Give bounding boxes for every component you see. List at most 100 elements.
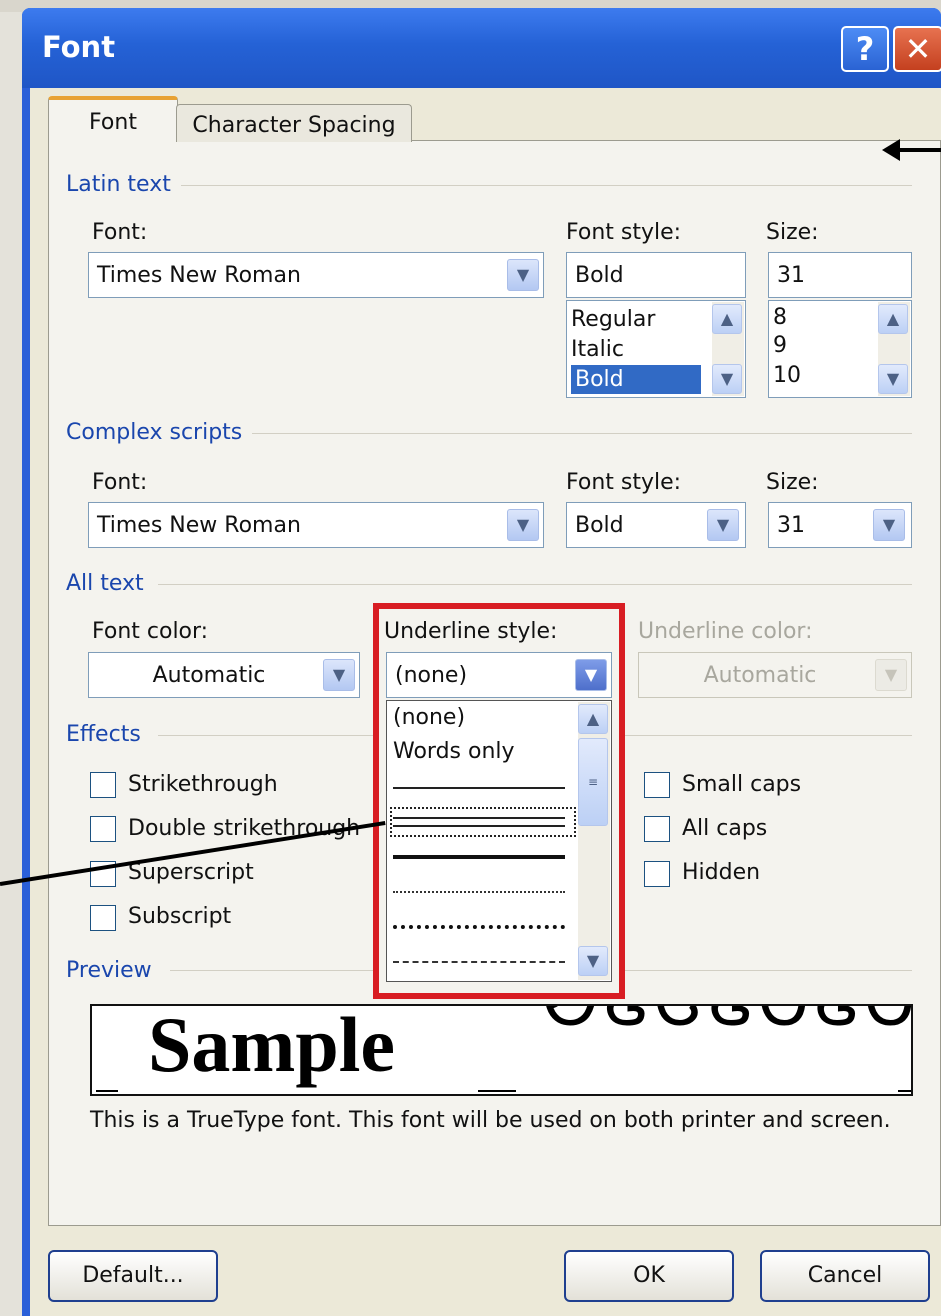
- latin-font-combo[interactable]: Times New Roman ▼: [88, 252, 544, 298]
- underline-style-dropdown[interactable]: (none) Words only ▲ ≡ ▼: [386, 700, 612, 982]
- underline-thick[interactable]: [393, 855, 565, 859]
- chevron-down-icon[interactable]: ▼: [507, 509, 539, 541]
- subscript-checkbox[interactable]: [90, 905, 116, 931]
- chevron-up-icon[interactable]: ▲: [712, 304, 742, 334]
- chevron-down-icon[interactable]: ▼: [575, 659, 607, 691]
- close-button[interactable]: ✕: [893, 26, 941, 72]
- list-item[interactable]: 10: [773, 363, 801, 389]
- chevron-down-icon[interactable]: ▼: [507, 259, 539, 291]
- complex-style-label: Font style:: [566, 470, 682, 495]
- preview-sample-text: Sample: [148, 1004, 396, 1088]
- chevron-down-icon[interactable]: ▼: [878, 364, 908, 394]
- tab-character-spacing-label: Character Spacing: [192, 113, 396, 138]
- hidden-label: Hidden: [682, 860, 761, 885]
- font-color-label: Font color:: [92, 619, 209, 644]
- section-divider: [250, 433, 912, 434]
- complex-size-label: Size:: [766, 470, 819, 495]
- underline-style-combo[interactable]: (none) ▼: [386, 652, 612, 698]
- list-item[interactable]: Italic: [571, 335, 624, 364]
- list-item-selected[interactable]: Bold: [571, 365, 701, 394]
- background-strip-left: [0, 12, 22, 1316]
- ok-button[interactable]: OK: [564, 1250, 734, 1302]
- underline-mark: [96, 1090, 118, 1092]
- small-caps-label: Small caps: [682, 772, 802, 797]
- font-info-note: This is a TrueType font. This font will …: [90, 1108, 891, 1133]
- chevron-down-icon[interactable]: ▼: [323, 659, 355, 691]
- scrollbar[interactable]: ▲ ▼: [878, 302, 910, 396]
- all-caps-checkbox[interactable]: [644, 816, 670, 842]
- section-all-text: All text: [66, 571, 154, 596]
- latin-font-value: Times New Roman: [97, 263, 301, 288]
- strikethrough-checkbox[interactable]: [90, 772, 116, 798]
- all-caps-label: All caps: [682, 816, 768, 841]
- help-button[interactable]: ?: [841, 26, 889, 72]
- default-button[interactable]: Default...: [48, 1250, 218, 1302]
- underline-mark: [898, 1090, 911, 1092]
- underline-dashed[interactable]: [393, 961, 565, 963]
- list-item[interactable]: Regular: [571, 305, 655, 334]
- chevron-up-icon[interactable]: ▲: [578, 704, 608, 734]
- cancel-button[interactable]: Cancel: [760, 1250, 930, 1302]
- scrollbar[interactable]: ▲ ≡ ▼: [578, 702, 610, 980]
- double-strikethrough-checkbox[interactable]: [90, 816, 116, 842]
- underline-color-value: Automatic: [703, 663, 817, 688]
- chevron-down-icon[interactable]: ▼: [873, 509, 905, 541]
- tab-font-label: Font: [89, 110, 137, 135]
- title-bar[interactable]: [22, 8, 941, 88]
- dropdown-item-none[interactable]: (none): [393, 705, 465, 731]
- list-item[interactable]: 8: [773, 305, 787, 331]
- complex-font-value: Times New Roman: [97, 513, 301, 538]
- arrow-left-icon: [882, 139, 900, 161]
- section-divider: [625, 735, 912, 736]
- underline-color-combo[interactable]: Automatic ▼: [638, 652, 912, 698]
- underline-dotted-heavy[interactable]: [393, 925, 565, 929]
- chevron-down-icon[interactable]: ▼: [707, 509, 739, 541]
- latin-size-value: 31: [777, 263, 805, 288]
- latin-style-label: Font style:: [566, 220, 682, 245]
- list-item[interactable]: 9: [773, 333, 787, 359]
- underline-single[interactable]: [393, 787, 565, 789]
- section-effects: Effects: [66, 722, 151, 747]
- complex-style-combo[interactable]: Bold ▼: [566, 502, 746, 548]
- font-color-value: Automatic: [152, 663, 266, 688]
- underline-color-label: Underline color:: [638, 619, 813, 644]
- section-divider: [158, 735, 373, 736]
- chevron-up-icon[interactable]: ▲: [878, 304, 908, 334]
- underline-mark: [478, 1090, 516, 1092]
- complex-font-combo[interactable]: Times New Roman ▼: [88, 502, 544, 548]
- chevron-down-icon: ▼: [875, 659, 907, 691]
- superscript-label: Superscript: [128, 860, 254, 885]
- underline-double-selected[interactable]: [390, 807, 576, 837]
- tab-font[interactable]: Font: [48, 96, 178, 142]
- section-latin-text: Latin text: [66, 172, 181, 197]
- underline-style-value: (none): [395, 663, 468, 688]
- section-complex-scripts: Complex scripts: [66, 420, 253, 445]
- section-preview: Preview: [66, 958, 162, 983]
- latin-font-label: Font:: [92, 220, 148, 245]
- strikethrough-label: Strikethrough: [128, 772, 278, 797]
- underline-double-line-a: [393, 817, 565, 819]
- latin-style-input[interactable]: Bold: [566, 252, 746, 298]
- complex-size-value: 31: [777, 513, 805, 538]
- latin-style-list[interactable]: Regular Italic Bold ▲ ▼: [566, 300, 746, 398]
- dropdown-item-words-only[interactable]: Words only: [393, 739, 515, 765]
- tab-character-spacing[interactable]: Character Spacing: [176, 104, 412, 142]
- chevron-down-icon[interactable]: ▼: [712, 364, 742, 394]
- subscript-label: Subscript: [128, 904, 232, 929]
- section-divider: [160, 185, 912, 186]
- hidden-checkbox[interactable]: [644, 861, 670, 887]
- preview-box: Sample ᏬᏋᏣᏋᏟᏋᏟ: [90, 1004, 913, 1096]
- latin-size-label: Size:: [766, 220, 819, 245]
- section-divider: [170, 970, 373, 971]
- chevron-down-icon[interactable]: ▼: [578, 946, 608, 976]
- scrollbar[interactable]: ▲ ▼: [712, 302, 744, 396]
- small-caps-checkbox[interactable]: [644, 772, 670, 798]
- scroll-grip-icon[interactable]: ≡: [578, 738, 608, 826]
- underline-double-line-b: [393, 825, 565, 827]
- latin-size-input[interactable]: 31: [768, 252, 912, 298]
- complex-style-value: Bold: [575, 513, 624, 538]
- underline-dotted[interactable]: [393, 891, 565, 893]
- latin-size-list[interactable]: 8 9 10 ▲ ▼: [768, 300, 912, 398]
- font-color-combo[interactable]: Automatic ▼: [88, 652, 360, 698]
- complex-size-combo[interactable]: 31 ▼: [768, 502, 912, 548]
